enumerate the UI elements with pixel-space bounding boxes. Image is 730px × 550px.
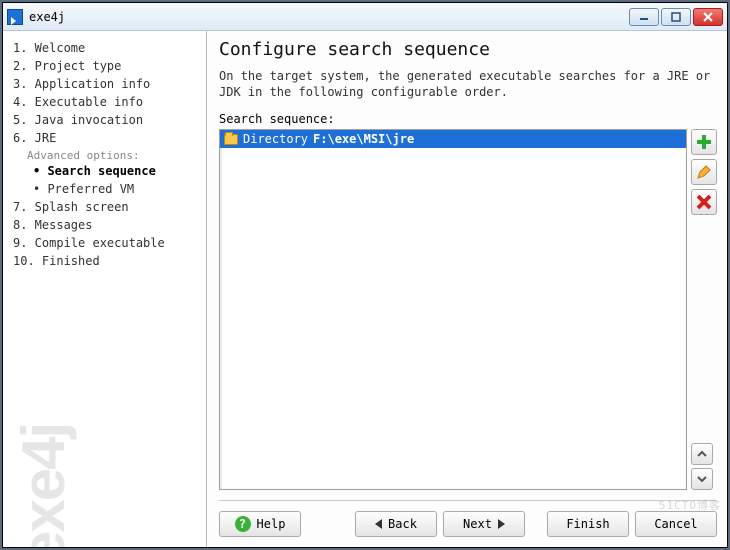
back-button[interactable]: Back bbox=[355, 511, 437, 537]
step-messages[interactable]: 8. Messages bbox=[13, 216, 200, 234]
page-title: Configure search sequence bbox=[219, 39, 717, 60]
maximize-button[interactable] bbox=[661, 8, 691, 26]
app-icon bbox=[7, 9, 23, 25]
add-button[interactable] bbox=[691, 129, 717, 155]
help-button-label: Help bbox=[257, 517, 286, 531]
substep-search-sequence[interactable]: Search sequence bbox=[33, 162, 200, 180]
triangle-right-icon bbox=[498, 519, 505, 529]
titlebar: exe4j bbox=[3, 3, 727, 31]
step-finished[interactable]: 10. Finished bbox=[13, 252, 200, 270]
advanced-options-label: Advanced options: bbox=[27, 149, 200, 162]
cancel-button-label: Cancel bbox=[654, 517, 697, 531]
main-panel: Configure search sequence On the target … bbox=[207, 31, 727, 547]
triangle-left-icon bbox=[375, 519, 382, 529]
sidebar: 1. Welcome 2. Project type 3. Applicatio… bbox=[3, 31, 207, 547]
step-welcome[interactable]: 1. Welcome bbox=[13, 39, 200, 57]
step-executable-info[interactable]: 4. Executable info bbox=[13, 93, 200, 111]
step-compile-executable[interactable]: 9. Compile executable bbox=[13, 234, 200, 252]
help-icon: ? bbox=[235, 516, 251, 532]
next-button[interactable]: Next bbox=[443, 511, 525, 537]
chevron-up-icon bbox=[696, 448, 708, 460]
list-item-kind: Directory bbox=[243, 132, 308, 146]
search-sequence-list[interactable]: Directory F:\exe\MSI\jre bbox=[219, 129, 687, 490]
side-button-column bbox=[691, 129, 717, 490]
x-icon bbox=[696, 194, 712, 210]
cancel-button[interactable]: Cancel bbox=[635, 511, 717, 537]
sequence-label: Search sequence: bbox=[219, 112, 717, 126]
divider bbox=[219, 500, 717, 501]
plus-icon bbox=[696, 134, 712, 150]
move-up-button[interactable] bbox=[691, 443, 713, 465]
move-down-button[interactable] bbox=[691, 468, 713, 490]
chevron-down-icon bbox=[696, 473, 708, 485]
list-item-path: F:\exe\MSI\jre bbox=[313, 132, 414, 146]
folder-icon bbox=[224, 134, 238, 145]
close-button[interactable] bbox=[693, 8, 723, 26]
pencil-icon bbox=[696, 164, 712, 180]
step-jre[interactable]: 6. JRE bbox=[13, 129, 200, 147]
finish-button[interactable]: Finish bbox=[547, 511, 629, 537]
list-item[interactable]: Directory F:\exe\MSI\jre bbox=[220, 130, 686, 148]
next-button-label: Next bbox=[463, 517, 492, 531]
window: exe4j 1. Welcome 2. Project type 3. Appl… bbox=[3, 3, 727, 547]
step-application-info[interactable]: 3. Application info bbox=[13, 75, 200, 93]
back-button-label: Back bbox=[388, 517, 417, 531]
step-java-invocation[interactable]: 5. Java invocation bbox=[13, 111, 200, 129]
edit-button[interactable] bbox=[691, 159, 717, 185]
footer-buttons: ? Help Back Next Finish Cancel bbox=[219, 511, 717, 537]
substep-preferred-vm[interactable]: Preferred VM bbox=[33, 180, 200, 198]
window-title: exe4j bbox=[29, 10, 629, 24]
delete-button[interactable] bbox=[691, 189, 717, 215]
page-description: On the target system, the generated exec… bbox=[219, 68, 717, 100]
brand-watermark: exe4j bbox=[9, 424, 78, 547]
step-project-type[interactable]: 2. Project type bbox=[13, 57, 200, 75]
help-button[interactable]: ? Help bbox=[219, 511, 301, 537]
finish-button-label: Finish bbox=[566, 517, 609, 531]
step-splash-screen[interactable]: 7. Splash screen bbox=[13, 198, 200, 216]
minimize-button[interactable] bbox=[629, 8, 659, 26]
